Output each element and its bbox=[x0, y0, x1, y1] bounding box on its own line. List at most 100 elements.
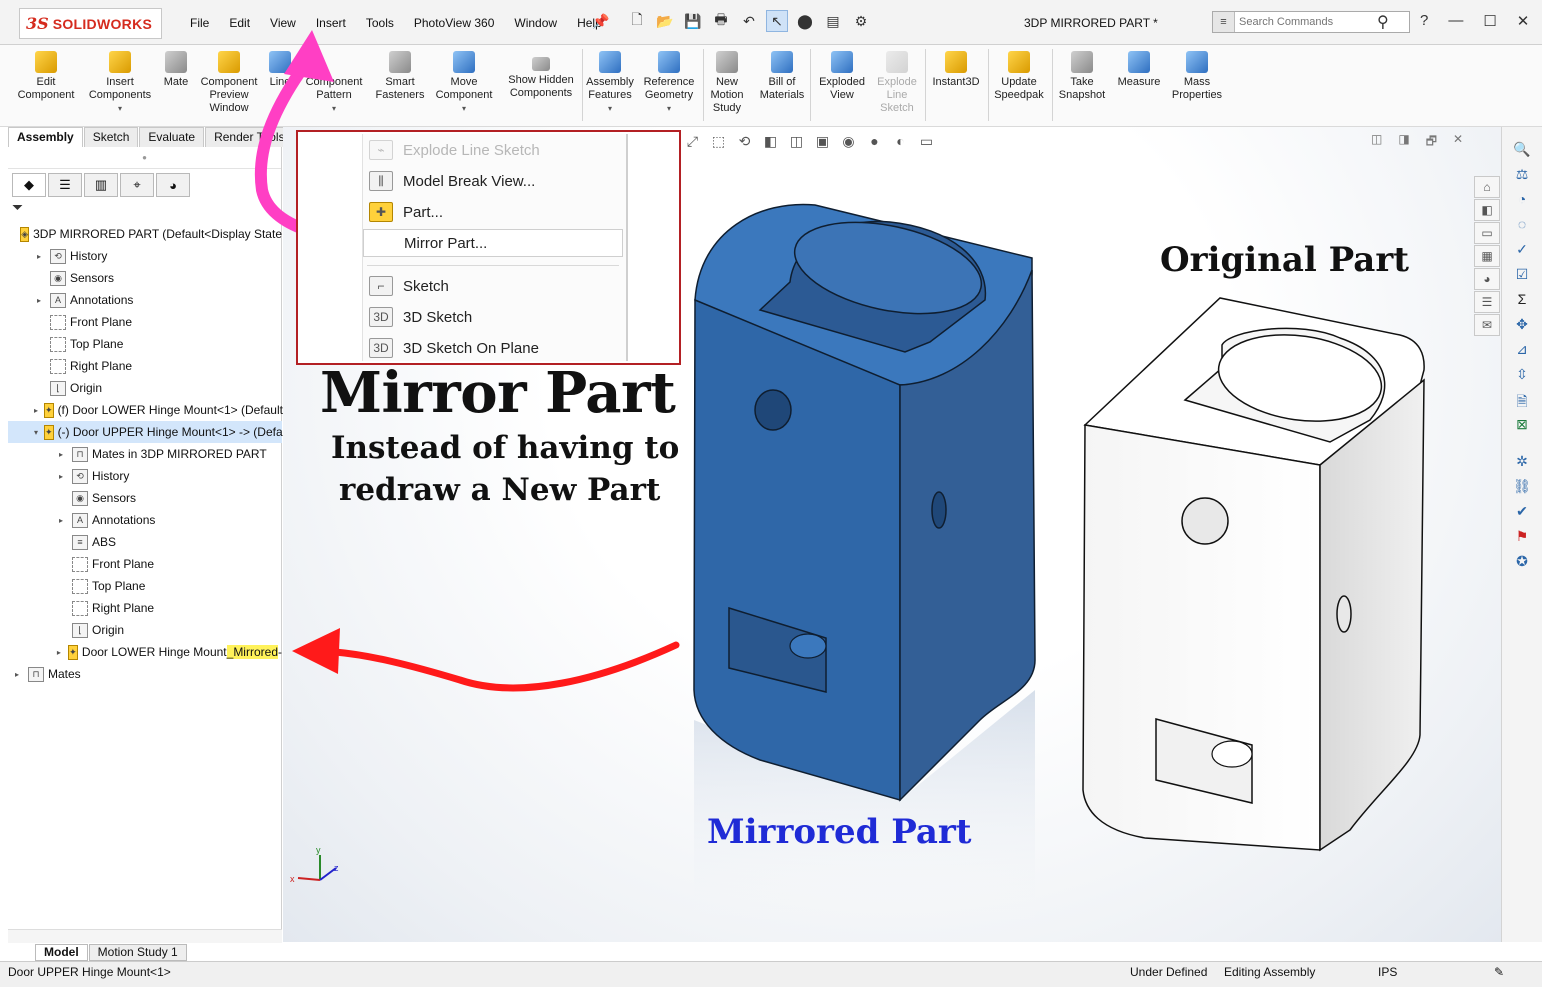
folder-icon[interactable]: ▭ bbox=[1474, 222, 1500, 244]
reference-geometry-button[interactable]: Reference Geometry ▾ bbox=[640, 51, 698, 115]
tree-item[interactable]: ▸ ✦ (f) Door LOWER Hinge Mount<1> (Default bbox=[8, 399, 283, 421]
menu-item-explode-line-sketch[interactable]: ⌁ Explode Line Sketch bbox=[363, 136, 623, 164]
explode-line-sketch-button[interactable]: Explode Line Sketch bbox=[874, 51, 920, 115]
close-icon[interactable]: ✕ bbox=[1517, 12, 1530, 30]
rebuild-traffic-light-icon[interactable]: ⬤ bbox=[794, 10, 816, 32]
viewport-tile-icon[interactable]: ◨ bbox=[1398, 132, 1409, 153]
view-settings-icon[interactable]: ▭ bbox=[917, 133, 936, 150]
tab-sketch[interactable]: Sketch bbox=[83, 127, 139, 147]
task-pane-document-icon[interactable]: 🗎 bbox=[1502, 391, 1542, 416]
task-pane-move-icon[interactable]: ⇳ bbox=[1502, 366, 1542, 391]
configuration-manager-tab-icon[interactable]: ▥ bbox=[84, 173, 118, 197]
menu-item-3d-sketch-on-plane[interactable]: 3D 3D Sketch On Plane bbox=[363, 334, 623, 362]
tree-item[interactable]: ◉ Sensors bbox=[8, 487, 282, 509]
take-snapshot-button[interactable]: Take Snapshot bbox=[1054, 51, 1110, 102]
tab-render-tools[interactable]: Render Tools bbox=[205, 127, 294, 147]
chevron-down-icon[interactable]: ▾ bbox=[84, 102, 156, 115]
chevron-down-icon[interactable]: ▾ bbox=[584, 102, 636, 115]
viewport-restore-icon[interactable]: ◫ bbox=[1371, 132, 1382, 153]
expand-icon[interactable]: ▸ bbox=[56, 516, 66, 525]
options-gear-icon[interactable]: ⚙ bbox=[850, 10, 872, 32]
viewport-close-icon[interactable]: ✕ bbox=[1453, 132, 1463, 153]
instant3d-button[interactable]: Instant3D bbox=[929, 51, 983, 89]
expand-icon[interactable]: ▸ bbox=[56, 648, 62, 657]
zoom-to-fit-icon[interactable]: ⤢ bbox=[683, 133, 702, 150]
display-style-icon[interactable]: ▣ bbox=[813, 133, 832, 150]
exploded-view-button[interactable]: Exploded View bbox=[814, 51, 870, 102]
task-pane-design-library-icon[interactable]: ⚖ bbox=[1502, 166, 1542, 191]
search-commands-box[interactable]: ≡ ⚲ bbox=[1212, 11, 1410, 33]
expand-icon[interactable]: ▸ bbox=[34, 406, 38, 415]
panel-grip[interactable]: ● bbox=[8, 147, 281, 169]
measure-button[interactable]: Measure bbox=[1114, 51, 1164, 89]
expand-icon[interactable]: ▸ bbox=[34, 296, 44, 305]
search-icon[interactable]: ⚲ bbox=[1377, 12, 1389, 32]
open-icon[interactable]: 📂 bbox=[654, 10, 676, 32]
tree-item[interactable]: Right Plane bbox=[8, 355, 282, 377]
pin-icon[interactable]: 📌 bbox=[592, 13, 609, 30]
tree-item[interactable]: Front Plane bbox=[8, 553, 282, 575]
task-pane-globe-icon[interactable]: ✪ bbox=[1502, 553, 1542, 578]
assembly-features-button[interactable]: Assembly Features ▾ bbox=[584, 51, 636, 115]
task-pane-verify-icon[interactable]: ✔ bbox=[1502, 503, 1542, 528]
menu-item-3d-sketch[interactable]: 3D 3D Sketch bbox=[363, 303, 623, 331]
forum-icon[interactable]: ✉ bbox=[1474, 314, 1500, 336]
dimxpert-tab-icon[interactable]: ⌖ bbox=[120, 173, 154, 197]
minimize-icon[interactable]: — bbox=[1448, 12, 1463, 30]
tree-item[interactable]: Top Plane bbox=[8, 333, 282, 355]
undo-icon[interactable]: ↶ bbox=[738, 10, 760, 32]
tree-item[interactable]: ▸ ✦ Door LOWER Hinge Mount _Mirrored - bbox=[8, 641, 282, 663]
help-icon[interactable]: ? bbox=[1420, 12, 1428, 30]
tree-item[interactable]: ▸ ⟲ History bbox=[8, 465, 282, 487]
menu-edit[interactable]: Edit bbox=[219, 14, 260, 32]
chevron-down-icon[interactable]: ▾ bbox=[430, 102, 498, 115]
tab-model[interactable]: Model bbox=[35, 944, 88, 961]
show-hidden-components-button[interactable]: Show Hidden Components bbox=[504, 57, 578, 100]
task-pane-resources-icon[interactable]: 🔍 bbox=[1502, 141, 1542, 166]
hide-show-items-icon[interactable]: ◉ bbox=[839, 133, 858, 150]
solidworks-logo[interactable]: 3S SOLIDWORKS bbox=[19, 8, 162, 39]
menu-item-part[interactable]: ✚ Part... bbox=[363, 198, 623, 226]
appearances-icon[interactable]: ◕ bbox=[1474, 268, 1500, 290]
expand-icon[interactable]: ▸ bbox=[34, 252, 44, 261]
menu-item-model-break-view[interactable]: ⫼ Model Break View... bbox=[363, 167, 623, 195]
menu-photoview[interactable]: PhotoView 360 bbox=[404, 14, 505, 32]
menu-item-mirror-part[interactable]: Mirror Part... bbox=[363, 229, 623, 257]
apply-scene-icon[interactable]: ◐ bbox=[891, 133, 910, 150]
expand-icon[interactable]: ▸ bbox=[56, 450, 66, 459]
zoom-area-icon[interactable]: ⬚ bbox=[709, 133, 728, 150]
tree-item[interactable]: Right Plane bbox=[8, 597, 282, 619]
menu-item-sketch[interactable]: ⌐ Sketch bbox=[363, 272, 623, 300]
linear-pattern-button[interactable]: Line bbox=[266, 51, 294, 89]
task-pane-tools-icon[interactable]: ✥ bbox=[1502, 316, 1542, 341]
view-cube-icon[interactable]: ◧ bbox=[1474, 199, 1500, 221]
file-properties-icon[interactable]: ▤ bbox=[822, 10, 844, 32]
print-icon[interactable]: 🖶 bbox=[710, 10, 732, 32]
status-units[interactable]: IPS bbox=[1378, 965, 1397, 979]
tree-item[interactable]: ▸ ⊓ Mates bbox=[8, 663, 282, 685]
task-pane-sum-icon[interactable]: Σ bbox=[1502, 291, 1542, 316]
tree-item[interactable]: Front Plane bbox=[8, 311, 282, 333]
search-scope-icon[interactable]: ≡ bbox=[1213, 12, 1235, 32]
menu-view[interactable]: View bbox=[260, 14, 306, 32]
smart-fasteners-button[interactable]: Smart Fasteners bbox=[372, 51, 428, 102]
save-icon[interactable]: 💾 bbox=[682, 10, 704, 32]
task-pane-flag-icon[interactable]: ⚑ bbox=[1502, 528, 1542, 553]
tree-item[interactable]: ◈ 3DP MIRRORED PART (Default<Display Stat… bbox=[8, 223, 282, 245]
insert-components-button[interactable]: Insert Components ▾ bbox=[84, 51, 156, 115]
chevron-down-icon[interactable]: ▾ bbox=[640, 102, 698, 115]
expand-icon[interactable]: ▸ bbox=[56, 472, 66, 481]
tab-motion-study[interactable]: Motion Study 1 bbox=[88, 944, 187, 961]
menu-tools[interactable]: Tools bbox=[356, 14, 404, 32]
maximize-icon[interactable]: ☐ bbox=[1483, 12, 1496, 30]
task-pane-excel-icon[interactable]: ⊠ bbox=[1502, 416, 1542, 441]
task-pane-gauge-icon[interactable]: ◔ bbox=[1502, 191, 1542, 216]
task-pane-route-icon[interactable]: ⛓ bbox=[1502, 478, 1542, 503]
component-preview-button[interactable]: Component Preview Window bbox=[196, 51, 262, 115]
previous-view-icon[interactable]: ⟲ bbox=[735, 133, 754, 150]
task-pane-check-icon[interactable]: ☑ bbox=[1502, 266, 1542, 291]
expand-icon[interactable]: ▸ bbox=[12, 670, 22, 679]
bill-of-materials-button[interactable]: Bill of Materials bbox=[758, 51, 806, 102]
tree-item[interactable]: Top Plane bbox=[8, 575, 282, 597]
edit-appearance-icon[interactable]: ● bbox=[865, 133, 884, 150]
